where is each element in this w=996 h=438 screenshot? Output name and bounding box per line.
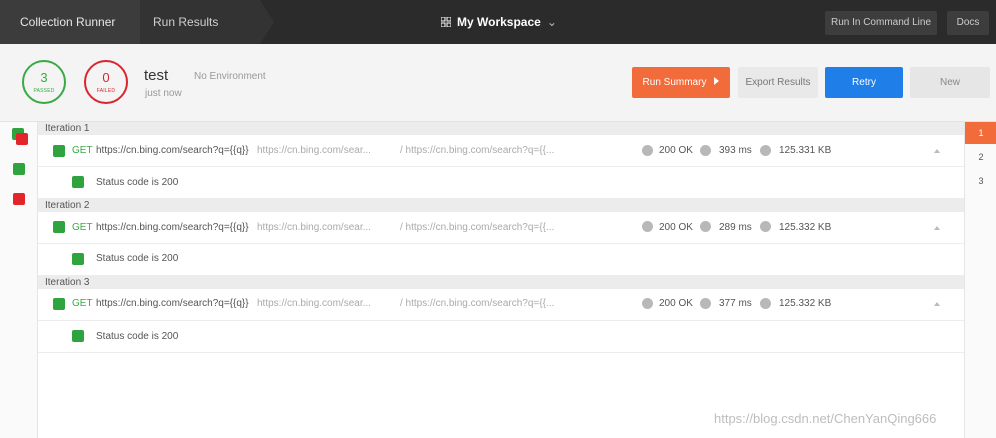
docs-button[interactable]: Docs xyxy=(947,11,989,35)
iteration-pager: 1 2 3 xyxy=(964,122,996,438)
iteration-header: Iteration 3 xyxy=(38,276,964,289)
request-path: / https://cn.bing.com/search?q={{... xyxy=(400,145,555,156)
failed-counter: 0 FAILED xyxy=(84,60,128,104)
page-1[interactable]: 1 xyxy=(965,122,996,144)
retry-button[interactable]: Retry xyxy=(825,67,903,98)
response-time: 393 ms xyxy=(719,145,752,156)
test-row: Status code is 200 xyxy=(38,321,964,353)
watermark: https://blog.csdn.net/ChenYanQing666 xyxy=(714,411,937,426)
caret-up-icon[interactable] xyxy=(934,302,940,306)
passed-counter: 3 PASSED xyxy=(22,60,66,104)
request-url: https://cn.bing.com/search?q={{q}} xyxy=(96,298,249,309)
request-row[interactable]: GET https://cn.bing.com/search?q={{q}} h… xyxy=(38,135,964,167)
new-button[interactable]: New xyxy=(910,67,990,98)
page-3[interactable]: 3 xyxy=(965,170,996,192)
pass-status-icon xyxy=(53,145,65,157)
iteration-header: Iteration 1 xyxy=(38,122,964,135)
failed-count: 0 xyxy=(102,70,110,85)
workspace-selector[interactable]: My Workspace ⌄ xyxy=(441,0,557,44)
test-name: Status code is 200 xyxy=(96,331,179,342)
export-results-button[interactable]: Export Results xyxy=(738,67,818,98)
environment-label: No Environment xyxy=(194,71,266,82)
page-2[interactable]: 2 xyxy=(965,146,996,168)
test-name: Status code is 200 xyxy=(96,177,179,188)
chevron-down-icon: ⌄ xyxy=(546,15,557,29)
status-dot xyxy=(642,145,653,156)
resolved-url: https://cn.bing.com/sear... xyxy=(257,298,371,309)
request-url: https://cn.bing.com/search?q={{q}} xyxy=(96,222,249,233)
breadcrumb-run-results[interactable]: Run Results xyxy=(140,0,274,44)
response-time: 377 ms xyxy=(719,298,752,309)
caret-up-icon[interactable] xyxy=(934,149,940,153)
run-time: just now xyxy=(145,88,182,99)
size-dot xyxy=(760,221,771,232)
time-dot xyxy=(700,145,711,156)
response-status: 200 OK xyxy=(659,298,693,309)
request-method: GET xyxy=(72,298,93,309)
status-square-pass xyxy=(13,163,25,175)
pass-status-icon xyxy=(72,176,84,188)
pass-status-icon xyxy=(53,221,65,233)
response-size: 125.331 KB xyxy=(779,145,832,156)
run-name: test xyxy=(144,67,169,84)
request-row[interactable]: GET https://cn.bing.com/search?q={{q}} h… xyxy=(38,212,964,244)
top-bar: Collection Runner Run Results My Workspa… xyxy=(0,0,996,44)
request-path: / https://cn.bing.com/search?q={{... xyxy=(400,298,555,309)
test-name: Status code is 200 xyxy=(96,253,179,264)
test-row: Status code is 200 xyxy=(38,167,964,199)
status-dot xyxy=(642,298,653,309)
response-status: 200 OK xyxy=(659,222,693,233)
response-size: 125.332 KB xyxy=(779,222,832,233)
time-dot xyxy=(700,221,711,232)
iteration-header: Iteration 2 xyxy=(38,199,964,212)
passed-count: 3 xyxy=(40,70,48,85)
run-summary-button[interactable]: Run Summary xyxy=(632,67,730,98)
response-status: 200 OK xyxy=(659,145,693,156)
resolved-url: https://cn.bing.com/sear... xyxy=(257,145,371,156)
request-method: GET xyxy=(72,145,93,156)
grid-icon xyxy=(441,17,451,27)
run-summary-label: Run Summary xyxy=(642,77,707,88)
status-square-fail xyxy=(16,133,28,145)
test-row: Status code is 200 xyxy=(38,244,964,276)
status-square-fail xyxy=(13,193,25,205)
time-dot xyxy=(700,298,711,309)
size-dot xyxy=(760,145,771,156)
caret-up-icon[interactable] xyxy=(934,226,940,230)
response-size: 125.332 KB xyxy=(779,298,832,309)
response-time: 289 ms xyxy=(719,222,752,233)
request-row[interactable]: GET https://cn.bing.com/search?q={{q}} h… xyxy=(38,289,964,321)
play-arrow-icon xyxy=(714,77,720,85)
request-path: / https://cn.bing.com/search?q={{... xyxy=(400,222,555,233)
resolved-url: https://cn.bing.com/sear... xyxy=(257,222,371,233)
breadcrumb-collection-runner[interactable]: Collection Runner xyxy=(0,0,154,44)
passed-label: PASSED xyxy=(33,88,55,94)
workspace-name: My Workspace xyxy=(457,15,541,29)
pass-status-icon xyxy=(72,253,84,265)
pass-status-icon xyxy=(53,298,65,310)
run-in-command-line-button[interactable]: Run In Command Line xyxy=(825,11,937,35)
failed-label: FAILED xyxy=(96,88,116,94)
request-method: GET xyxy=(72,222,93,233)
status-dot xyxy=(642,221,653,232)
iteration-status-column xyxy=(0,122,38,438)
pass-status-icon xyxy=(72,330,84,342)
request-url: https://cn.bing.com/search?q={{q}} xyxy=(96,145,249,156)
size-dot xyxy=(760,298,771,309)
